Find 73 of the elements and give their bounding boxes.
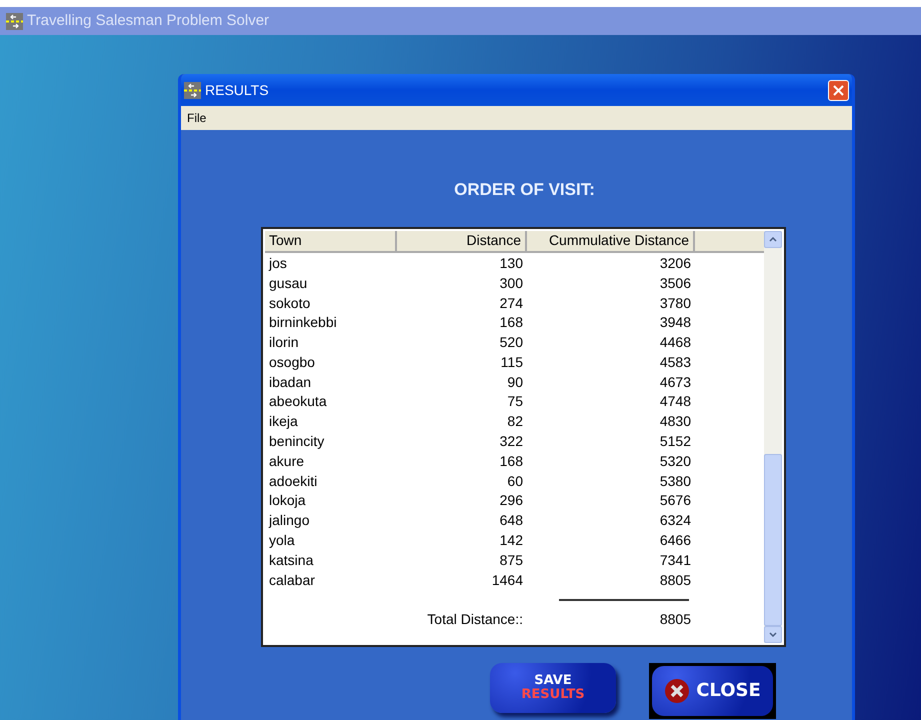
table-cell-text: 1464 (490, 570, 524, 590)
save-results-button[interactable]: SAVE RESULTS (490, 662, 616, 712)
close-icon (664, 678, 690, 704)
table-cell-text: 4830 (658, 412, 692, 432)
table-cell-text: 4583 (658, 352, 692, 372)
table-cell-text: 115 (500, 352, 524, 372)
table-cell-text: katsina (268, 550, 314, 570)
column-header[interactable]: Town (265, 230, 397, 250)
app-icon (184, 82, 201, 98)
scroll-thumb[interactable] (764, 454, 782, 626)
table-cell-text: 5320 (658, 452, 692, 471)
scroll-down-button[interactable] (764, 626, 782, 642)
table-cell-text: 168 (498, 313, 524, 332)
table-cell-text: 142 (498, 531, 524, 550)
table-cell-text: 3506 (658, 274, 692, 293)
table-cell-text: 300 (498, 274, 524, 293)
table-cell-text: 3948 (658, 313, 692, 332)
table-cell-text: 296 (498, 491, 524, 510)
table-cell-text: 90 (506, 372, 524, 392)
table-cell-text: 60 (506, 472, 524, 491)
table-cell-text: adoekiti (268, 472, 318, 491)
table-cell-text: 3206 (658, 254, 692, 273)
table-cell-text: 5676 (658, 491, 692, 510)
table-cell-text: ikeja (268, 412, 299, 432)
close-button[interactable] (828, 80, 849, 100)
table-cell-text: 5380 (658, 472, 692, 491)
table-cell-text: 130 (498, 254, 524, 273)
table-cell-text: 274 (498, 294, 524, 312)
menu-item[interactable]: File (185, 109, 208, 127)
close-icon (833, 84, 844, 96)
scroll-up-button[interactable] (764, 230, 782, 248)
table-cell-text: 648 (498, 511, 524, 530)
table-cell-text: 82 (506, 412, 524, 432)
table-cell-text: lokoja (268, 491, 307, 510)
table-cell-text: osogbo (268, 352, 316, 372)
table-cell-text: jos (268, 254, 288, 273)
table-cell-text: 8805 (658, 570, 692, 590)
app-icon (6, 12, 23, 30)
close-dialog-button[interactable]: CLOSE (649, 662, 776, 718)
table-cell-text: 6466 (658, 531, 692, 550)
caret-down-icon (769, 632, 777, 636)
table-cell-text: 6324 (658, 511, 692, 530)
total-value: 8805 (658, 610, 692, 630)
table-cell-text: 75 (506, 392, 524, 412)
total-label: Total Distance:: (426, 610, 524, 630)
table-cell-text: 3780 (658, 294, 692, 312)
table-cell-text: 168 (498, 452, 524, 471)
window-title: Travelling Salesman Problem Solver (27, 10, 270, 31)
table-cell-text: 4748 (658, 392, 692, 412)
table-cell-text: benincity (268, 432, 326, 452)
table-cell-text: 7341 (658, 550, 692, 570)
table-cell-text: 520 (498, 333, 524, 352)
table-cell-text: ibadan (268, 372, 312, 392)
table-cell-text: 5152 (658, 432, 692, 452)
table-cell-text: akure (268, 452, 306, 471)
table-cell-text: yola (268, 531, 296, 550)
caret-up-icon (769, 236, 777, 242)
column-header[interactable]: Cummulative Distance (527, 230, 695, 250)
table-cell-text: 4468 (658, 333, 692, 352)
table-cell-text: gusau (268, 274, 308, 293)
table-cell-text: 875 (498, 550, 524, 570)
table-cell-text: birninkebbi (268, 313, 338, 332)
scrollbar[interactable] (764, 230, 782, 642)
heading: ORDER OF VISIT: (453, 179, 595, 201)
table-cell-text: abeokuta (268, 392, 328, 412)
table-cell-text: jalingo (268, 511, 310, 530)
table-cell-text: calabar (268, 570, 316, 590)
dialog-title: RESULTS (205, 80, 270, 100)
table-cell-text: sokoto (268, 294, 312, 312)
table-cell-text: ilorin (268, 333, 300, 352)
column-header[interactable]: Distance (397, 230, 527, 250)
table-cell-text: 4673 (658, 372, 692, 392)
table-cell-text: 322 (498, 432, 524, 452)
